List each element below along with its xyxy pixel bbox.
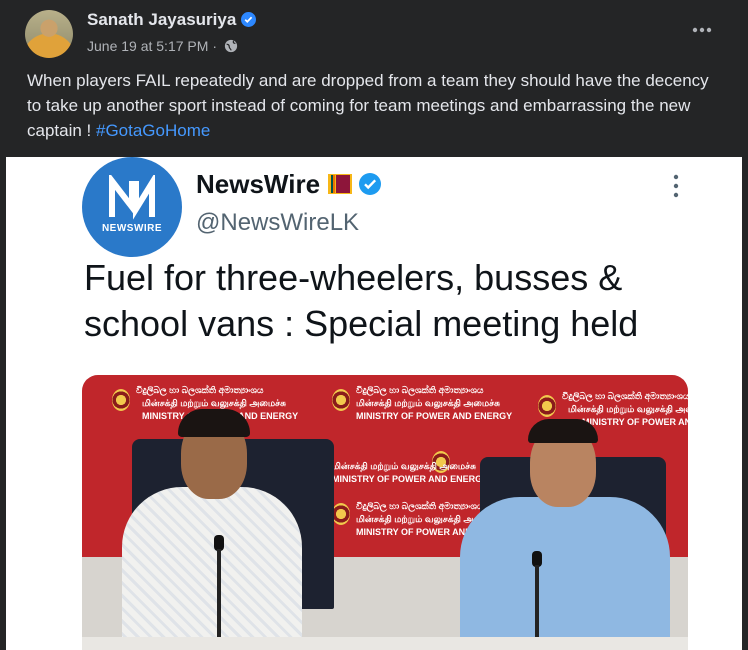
- banner-line: மின்சக்தி மற்றும் வலுசக்தி அமைச்சு: [568, 404, 688, 414]
- banner-line: மின்சக்தி மற்றும் வலுசக்தி அமைச்சு: [142, 398, 286, 408]
- post-text: When players FAIL repeatedly and are dro…: [27, 68, 717, 143]
- emblem-icon: [112, 389, 130, 411]
- post-timestamp[interactable]: June 19 at 5:17 PM: [87, 38, 208, 54]
- microphone-left-stand: [217, 549, 221, 649]
- conference-table: [82, 637, 688, 650]
- tweet-verified-icon: [359, 173, 382, 195]
- tweet-headline: Fuel for three-wheelers, busses & school…: [84, 257, 639, 344]
- banner-line: විදුලිබල හා බලශක්ති අමාත්‍යාංශය: [356, 501, 484, 511]
- emblem-icon: [538, 395, 556, 417]
- emblem-icon: [332, 389, 350, 411]
- verified-badge-icon: [241, 12, 257, 27]
- newswire-logo: NEWSWIRE: [82, 157, 182, 257]
- author-name[interactable]: Sanath Jayasuriya: [87, 10, 236, 29]
- facebook-post: Sanath Jayasuriya June 19 at 5:17 PM · W…: [0, 0, 748, 650]
- banner-line: மின்சக்தி மற்றும் வலுசக்தி அமைச்சு: [356, 398, 500, 408]
- person-left-hair: [178, 409, 250, 437]
- author-name-row: Sanath Jayasuriya: [87, 10, 257, 30]
- person-right-hair: [528, 419, 598, 443]
- banner-line: විදුලිබල හා බලශක්ති අමාත්‍යාංශය: [562, 391, 688, 401]
- meta-separator: ·: [212, 38, 217, 54]
- shared-tweet-image[interactable]: NEWSWIRE NewsWire @NewsWireLK Fuel for t…: [6, 157, 742, 650]
- banner-line: MINISTRY OF POWER AND ENERGY: [332, 474, 489, 484]
- globe-icon[interactable]: [224, 39, 238, 53]
- newswire-n-icon: [109, 175, 155, 220]
- tweet-author-row: NewsWire: [196, 169, 382, 200]
- tweet-handle: @NewsWireLK: [196, 209, 360, 236]
- author-avatar[interactable]: [25, 10, 73, 58]
- person-right-shirt: [460, 497, 670, 650]
- banner-line: MINISTRY OF POWER AND ENERGY: [582, 417, 688, 427]
- hashtag-link[interactable]: #GotaGoHome: [96, 121, 210, 140]
- emblem-icon: [332, 503, 350, 525]
- post-header: Sanath Jayasuriya June 19 at 5:17 PM ·: [0, 0, 748, 64]
- sri-lanka-flag-icon: [328, 174, 353, 194]
- banner-line: විදුලිබල හා බලශක්ති අමාත්‍යාංශය: [136, 385, 264, 395]
- post-meta: June 19 at 5:17 PM ·: [87, 38, 238, 54]
- tweet-photo: විදුලිබල හා බලශක්ති අමාත්‍යාංශය மின்சக்த…: [82, 375, 688, 650]
- more-options-button[interactable]: [686, 14, 718, 46]
- more-horizontal-icon: [692, 27, 712, 33]
- banner-line: MINISTRY OF POWER AND ENERGY: [356, 411, 513, 421]
- banner-line: மின்சக்தி மற்றும் வலுசக்தி அமைச்சு: [332, 461, 476, 471]
- more-vertical-icon: [673, 174, 679, 198]
- person-left-shirt: [122, 487, 302, 650]
- newswire-logo-word: NEWSWIRE: [101, 223, 163, 234]
- banner-line: විදුලිබල හා බලශක්ති අමාත්‍යාංශය: [356, 385, 484, 395]
- tweet-author-name: NewsWire: [196, 169, 321, 199]
